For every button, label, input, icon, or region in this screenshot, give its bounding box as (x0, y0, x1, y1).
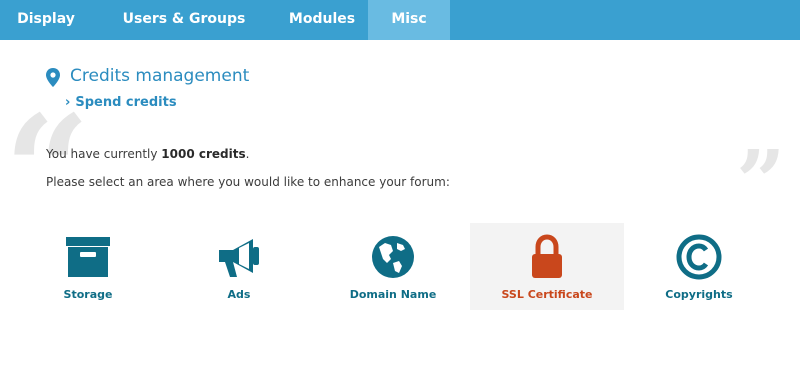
option-label: Ads (227, 288, 251, 301)
credits-suffix: . (245, 147, 250, 161)
globe-icon (372, 236, 414, 278)
option-ssl-certificate[interactable]: SSL Certificate (470, 223, 624, 310)
option-label: Storage (63, 288, 113, 301)
chevron-right-icon: › (65, 95, 71, 110)
option-label: Copyrights (665, 288, 733, 301)
option-copyrights[interactable]: Copyrights (622, 223, 776, 310)
option-label: Domain Name (349, 288, 437, 301)
option-domain-name[interactable]: Domain Name (316, 223, 470, 310)
spend-credits-label: Spend credits (75, 95, 177, 110)
page-title: Credits management (70, 66, 250, 86)
box-icon (66, 237, 110, 277)
top-navigation: Display Users & Groups Modules Misc (0, 0, 800, 40)
option-ads[interactable]: Ads (162, 223, 316, 310)
megaphone-icon (219, 239, 259, 277)
credits-prefix: You have currently (46, 147, 162, 161)
tab-display[interactable]: Display (0, 0, 92, 40)
spend-credits-link[interactable]: › Spend credits (65, 95, 177, 110)
tab-modules[interactable]: Modules (276, 0, 368, 40)
option-storage[interactable]: Storage (11, 223, 165, 310)
credits-balance-text: You have currently 1000 credits. (46, 147, 249, 161)
location-pin-icon (46, 68, 60, 87)
tab-misc[interactable]: Misc (368, 0, 450, 40)
copyright-icon (676, 234, 722, 280)
tab-users-groups[interactable]: Users & Groups (92, 0, 276, 40)
close-quote-decoration: ” (736, 132, 786, 233)
option-label: SSL Certificate (501, 288, 593, 301)
instruction-text: Please select an area where you would li… (46, 175, 450, 189)
credits-amount: 1000 credits (161, 147, 246, 161)
lock-icon (532, 234, 562, 278)
